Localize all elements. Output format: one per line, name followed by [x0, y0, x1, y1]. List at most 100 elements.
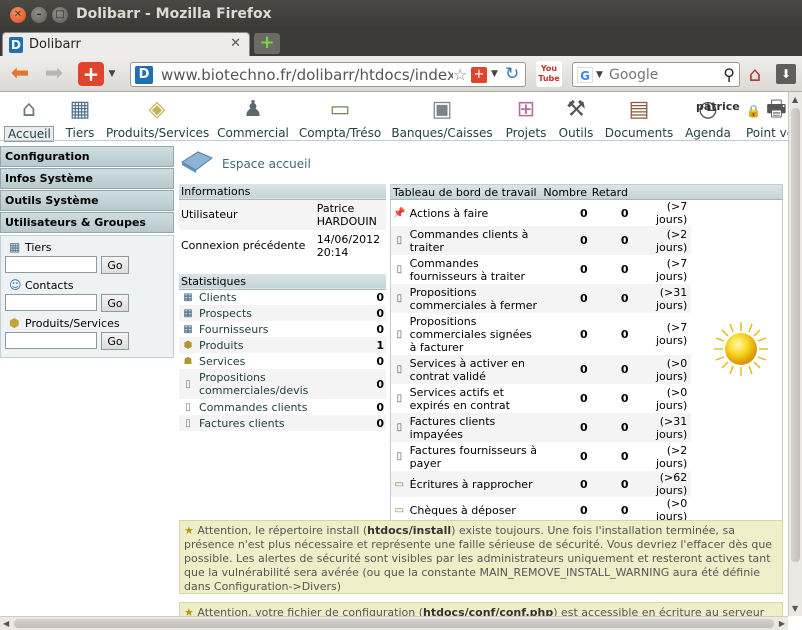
youtube-icon[interactable]: You Tube [536, 61, 562, 87]
back-arrow-icon[interactable]: ⬅ [6, 62, 34, 86]
dashboard-label[interactable]: Commandes clients à traiter [408, 226, 542, 255]
dashboard-label[interactable]: Factures fournisseurs à payer [408, 442, 542, 471]
menu-projets[interactable]: ⊞ Projets [502, 94, 550, 140]
table-row[interactable]: ▦ Clients 0 [179, 289, 386, 305]
search-tiers-input[interactable] [5, 256, 97, 273]
scroll-thumb[interactable] [14, 619, 774, 628]
stat-value: 1 [376, 338, 384, 352]
search-contacts-go-button[interactable]: Go [101, 294, 129, 312]
menu-outils[interactable]: ⚒ Outils [556, 94, 596, 140]
menu-commercial[interactable]: ♟ Commercial [216, 94, 290, 140]
bookmark-star-icon[interactable]: ☆ [453, 65, 467, 84]
table-row[interactable]: ▯ Commandes clients 0 [179, 399, 386, 415]
forward-arrow-icon[interactable]: ➡ [40, 62, 68, 86]
dashboard-label[interactable]: Écritures à rapprocher [408, 471, 542, 497]
menu-compta-treso[interactable]: ▭ Compta/Tréso [298, 94, 382, 140]
user-login[interactable]: patrice [696, 100, 740, 113]
chevron-down-icon[interactable]: ▼ [106, 62, 118, 86]
document-icon: ▯ [185, 401, 191, 413]
download-icon[interactable]: ⬇ [776, 64, 796, 84]
google-icon[interactable]: G [577, 67, 593, 83]
search-contacts-form: Go [5, 294, 169, 313]
table-row[interactable]: 📌 Actions à faire 0 0 (>7 jours) [391, 199, 783, 524]
table-row[interactable]: ▯ Factures clients 0 [179, 415, 386, 431]
table-row[interactable]: ☗ Services 0 [179, 353, 386, 369]
dashboard-label[interactable]: Commandes fournisseurs à traiter [408, 255, 542, 284]
order-icon: ▯ [396, 264, 403, 275]
maximize-icon[interactable]: □ [52, 7, 68, 23]
search-contacts-input[interactable] [5, 294, 97, 311]
reload-icon[interactable]: ↻ [505, 64, 519, 84]
dashboard-label[interactable]: Propositions commerciales signées à fact… [408, 313, 542, 355]
close-icon[interactable]: ✕ [10, 7, 26, 23]
leftmenu-infos-systeme[interactable]: Infos Système [0, 168, 174, 189]
vertical-scrollbar[interactable]: ▲ ▼ [788, 92, 802, 616]
statistiques-box: Statistiques ▦ Clients 0 ▦ Prospects 0 ▦… [179, 274, 386, 431]
dashboard-title: Tableau de bord de travail [393, 185, 537, 199]
url-text[interactable]: www.biotechno.fr/dolibarr/htdocs/index.p… [161, 66, 453, 84]
search-products-go-button[interactable]: Go [101, 332, 129, 350]
home-icon[interactable]: ⌂ [742, 62, 768, 86]
menu-produits-services[interactable]: ◈ Produits/Services [106, 94, 209, 140]
menu-label: Tiers [65, 126, 95, 140]
site-identity-icon[interactable]: D [135, 66, 153, 84]
scroll-right-icon[interactable]: ▶ [779, 619, 785, 628]
table-row[interactable]: ▯ Propositions commerciales/devis 0 [179, 369, 386, 399]
tab-dolibarr[interactable]: D Dolibarr ✕ [2, 32, 250, 56]
table-row[interactable]: ▦ Prospects 0 [179, 305, 386, 321]
search-products-input[interactable] [5, 332, 97, 349]
stat-label[interactable]: Fournisseurs [197, 321, 372, 337]
addon-plus-icon[interactable]: + [78, 62, 104, 86]
scroll-up-icon[interactable]: ▲ [792, 95, 798, 104]
search-products-form: Go [5, 332, 169, 351]
leftmenu-utilisateurs-groupes[interactable]: Utilisateurs & Groupes [0, 212, 174, 233]
minimize-icon[interactable]: – [31, 7, 47, 23]
new-tab-button[interactable]: + [254, 33, 280, 54]
search-tiers-go-button[interactable]: Go [101, 256, 129, 274]
url-bar[interactable]: D www.biotechno.fr/dolibarr/htdocs/index… [130, 62, 526, 87]
addon-bar-icon[interactable]: + [471, 67, 487, 83]
stat-label[interactable]: Prospects [197, 305, 372, 321]
scroll-left-icon[interactable]: ◀ [3, 619, 9, 628]
table-row[interactable]: ⬢ Produits 1 [179, 337, 386, 353]
stat-label[interactable]: Propositions commerciales/devis [197, 369, 372, 399]
stat-label[interactable]: Factures clients [197, 415, 372, 431]
table-row[interactable]: ▦ Fournisseurs 0 [179, 321, 386, 337]
search-tiers-label: ▦ Tiers [9, 240, 52, 254]
scroll-thumb[interactable] [791, 108, 800, 562]
stat-label[interactable]: Produits [197, 337, 372, 353]
menu-documents[interactable]: ▤ Documents [604, 94, 674, 140]
bank-icon: ▭ [394, 478, 405, 490]
leftmenu-configuration[interactable]: Configuration [0, 146, 174, 167]
menu-accueil[interactable]: ⌂ Accueil [4, 94, 54, 142]
horizontal-scrollbar[interactable]: ◀ ▶ [0, 616, 788, 630]
dashboard-delai: (>62 jours) [655, 471, 688, 497]
close-tab-icon[interactable]: ✕ [230, 36, 241, 51]
dashboard-label[interactable]: Propositions commerciales à fermer [408, 284, 542, 313]
search-input[interactable] [609, 67, 721, 83]
table-row: Connexion précédente 14/06/2012 20:14 [179, 230, 386, 261]
dashboard-label[interactable]: Services actifs et expirés en contrat [408, 384, 542, 413]
product-icon: ⬢ [183, 339, 193, 351]
menu-tiers[interactable]: ▦ Tiers [62, 94, 98, 140]
stat-label[interactable]: Services [197, 353, 372, 369]
search-icon[interactable]: ⚲ [723, 65, 735, 84]
scroll-down-icon[interactable]: ▼ [792, 604, 798, 613]
dashboard-delai: (>0 jours) [655, 356, 688, 383]
menu-banques-caisses[interactable]: ▣ Banques/Caisses [390, 94, 494, 140]
dashboard-nombre: 0 [580, 477, 588, 491]
dashboard-retard: 0 [620, 477, 629, 491]
menu-label: Projets [505, 126, 547, 140]
leftmenu-outils-systeme[interactable]: Outils Système [0, 190, 174, 211]
lock-icon[interactable]: 🔒 [746, 104, 761, 118]
stat-label[interactable]: Clients [197, 289, 372, 305]
dashboard-label[interactable]: Factures clients impayées [408, 413, 542, 442]
search-engine-dropdown-icon[interactable]: ▼ [596, 70, 603, 80]
stat-label[interactable]: Commandes clients [197, 399, 372, 415]
dashboard-retard: 0 [620, 234, 629, 247]
dashboard-label[interactable]: Services à activer en contrat validé [408, 355, 542, 384]
url-history-dropdown-icon[interactable]: ▼ [491, 69, 498, 79]
stat-value: 0 [376, 377, 384, 391]
search-bar[interactable]: G ▼ ⚲ [572, 62, 740, 87]
dashboard-label[interactable]: Actions à faire [408, 200, 542, 227]
